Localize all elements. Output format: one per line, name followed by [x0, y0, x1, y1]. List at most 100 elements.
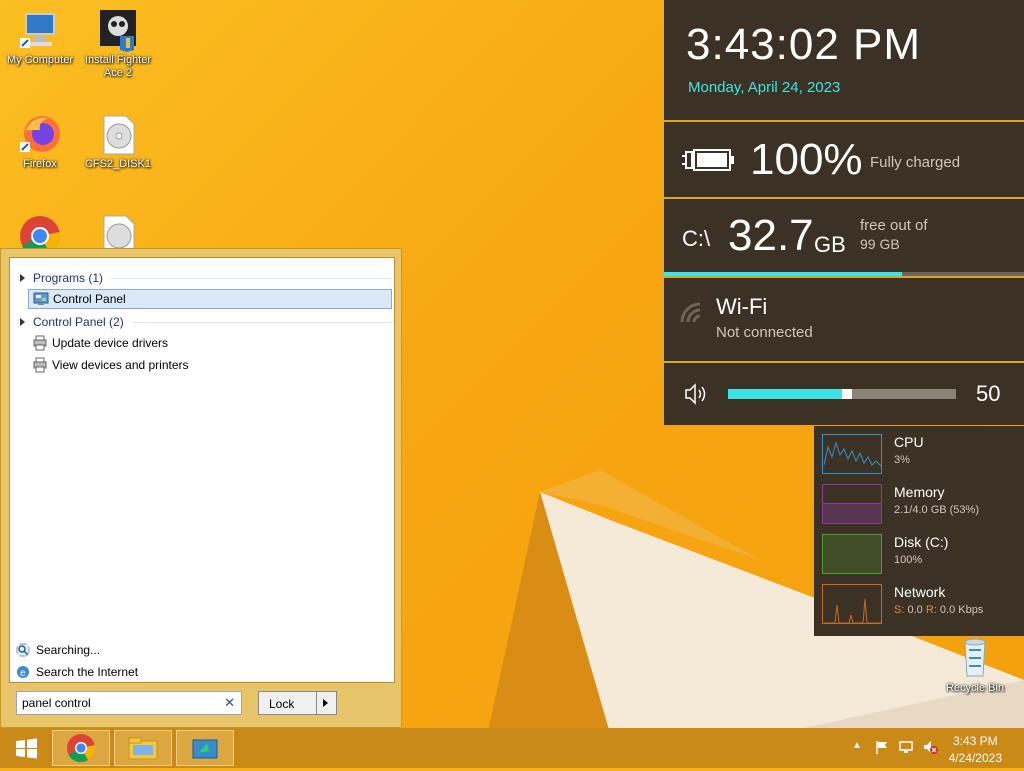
search-internet-link[interactable]: e Search the Internet	[16, 665, 138, 679]
net-send-value: 0.0	[907, 604, 923, 616]
volume-muted-icon[interactable]	[922, 739, 938, 755]
perf-cpu-value: 3%	[894, 454, 910, 466]
svg-text:e: e	[20, 668, 26, 679]
disk-free-value: 32.7	[728, 211, 814, 260]
perf-memory-value: 2.1/4.0 GB (53%)	[894, 504, 979, 516]
perf-disk-value: 100%	[894, 554, 923, 566]
battery-plugged-icon	[682, 149, 734, 171]
volume-slider[interactable]	[728, 389, 956, 399]
installer-icon	[96, 8, 140, 52]
volume-value: 50	[976, 381, 1001, 406]
disc-image-icon	[96, 112, 140, 156]
battery-gadget: 100% Fully charged	[664, 122, 1024, 199]
perf-network[interactable]: Network S: 0.0 R: 0.0 Kbps	[822, 584, 1022, 626]
chrome-icon	[67, 734, 96, 763]
disk-free-unit: GB	[814, 232, 846, 257]
desktop-icon-my-computer[interactable]: My Computer	[0, 8, 80, 67]
lock-button[interactable]: Lock	[258, 691, 337, 715]
perf-disk-label: Disk (C:)	[894, 534, 949, 550]
searching-label: Searching...	[36, 643, 101, 657]
perf-network-label: Network	[894, 584, 946, 600]
group-programs[interactable]: Programs (1)	[20, 270, 392, 286]
net-send-label: S:	[894, 604, 905, 616]
desktop-icon-firefox[interactable]: Firefox	[0, 112, 80, 171]
gadget-date: Monday, April 24, 2023	[688, 79, 841, 96]
start-search-input[interactable]: panel control ✕	[16, 691, 242, 715]
gadget-panel: 3:43:02 PM Monday, April 24, 2023 100% F…	[664, 0, 1024, 425]
perf-memory-label: Memory	[894, 484, 945, 500]
disk-caption-line1: free out of	[860, 217, 928, 234]
network-graph	[822, 584, 882, 624]
recycle-bin-icon	[953, 636, 997, 680]
taskbar-file-explorer[interactable]	[114, 730, 172, 766]
disk-usage-fill	[664, 272, 902, 276]
net-recv-label: R:	[925, 604, 937, 616]
desktop-icon-label: My Computer	[6, 54, 74, 66]
cpu-graph	[822, 434, 882, 474]
expand-arrow-icon	[20, 274, 25, 282]
result-update-device-drivers[interactable]: Update device drivers	[28, 333, 392, 353]
result-view-devices-printers[interactable]: View devices and printers	[28, 355, 392, 375]
desktop-icon-label: Install Fighter Ace 2	[84, 54, 152, 79]
action-center-flag-icon[interactable]	[874, 739, 890, 755]
search-internet-label: Search the Internet	[36, 665, 139, 679]
taskbar-clock[interactable]: 3:43 PM 4/24/2023	[949, 733, 1002, 767]
taskbar-time: 3:43 PM	[952, 734, 998, 748]
disk-caption-line2: 99 GB	[860, 236, 900, 252]
disk-drive-letter: C:\	[682, 226, 711, 251]
search-progress-icon	[16, 643, 30, 657]
desktop-icon-cfs2-disk1[interactable]: CFS2_DISK1	[78, 112, 158, 171]
show-hidden-icons-arrow[interactable]: ▲	[852, 740, 862, 751]
disk-graph	[822, 534, 882, 574]
searching-status: Searching...	[16, 643, 100, 657]
desktop-icon-install-fighter-ace[interactable]: Install Fighter Ace 2	[78, 8, 158, 80]
start-menu: Programs (1) Control Panel Control Panel…	[0, 248, 402, 728]
volume-slider-fill	[728, 389, 842, 399]
gadget-time: 3:43:02 PM	[686, 20, 922, 69]
app-window-icon	[192, 739, 218, 759]
perf-network-value: S: 0.0 R: 0.0 Kbps	[894, 604, 983, 616]
performance-gadget: CPU 3% Memory 2.1/4.0 GB (53%) Disk (C:)…	[814, 426, 1024, 636]
taskbar-app[interactable]	[176, 730, 234, 766]
memory-graph	[822, 484, 882, 524]
printer-device-icon	[33, 357, 47, 373]
printer-device-icon	[33, 335, 47, 351]
lock-button-label: Lock	[269, 697, 295, 711]
result-label: Update device drivers	[52, 336, 169, 350]
lock-button-divider	[316, 692, 317, 714]
volume-gadget: 50	[664, 363, 1024, 425]
expand-arrow-icon	[20, 318, 25, 326]
perf-cpu[interactable]: CPU 3%	[822, 434, 1022, 476]
group-label: Programs (1)	[33, 271, 104, 285]
group-divider	[131, 321, 394, 323]
battery-status: Fully charged	[870, 154, 961, 171]
perf-memory[interactable]: Memory 2.1/4.0 GB (53%)	[822, 484, 1022, 526]
desktop-icon-label: CFS2_DISK1	[84, 158, 152, 170]
taskbar-chrome[interactable]	[52, 730, 110, 766]
group-label: Control Panel (2)	[33, 315, 124, 329]
desktop-icon-label: Firefox	[23, 158, 57, 170]
wifi-signal-icon	[680, 302, 701, 323]
clear-search-icon[interactable]: ✕	[224, 695, 235, 711]
desktop-icon-recycle-bin[interactable]: Recycle Bin	[935, 636, 1015, 695]
desktop-icon-label: Recycle Bin	[945, 682, 1005, 694]
start-button[interactable]	[6, 730, 46, 766]
perf-disk[interactable]: Disk (C:) 100%	[822, 534, 1022, 576]
speaker-icon	[685, 383, 706, 405]
taskbar-date: 4/24/2023	[948, 751, 1002, 765]
disk-usage-track	[664, 272, 1024, 276]
result-label: Control Panel	[53, 292, 126, 306]
start-menu-results: Programs (1) Control Panel Control Panel…	[9, 257, 395, 683]
result-label: View devices and printers	[52, 358, 189, 372]
network-status-icon[interactable]	[898, 739, 914, 755]
wifi-gadget[interactable]: Wi-Fi Not connected	[664, 278, 1024, 363]
wifi-title: Wi-Fi	[716, 294, 768, 319]
result-control-panel[interactable]: Control Panel	[28, 289, 392, 309]
internet-explorer-icon: e	[17, 666, 29, 679]
firefox-icon	[18, 112, 62, 156]
net-recv-value: 0.0 Kbps	[939, 604, 984, 616]
disk-gadget: C:\ 32.7 GB free out of 99 GB	[664, 199, 1024, 278]
group-control-panel[interactable]: Control Panel (2)	[20, 314, 394, 330]
volume-slider-thumb[interactable]	[842, 389, 852, 399]
power-options-arrow-icon[interactable]	[323, 699, 328, 707]
